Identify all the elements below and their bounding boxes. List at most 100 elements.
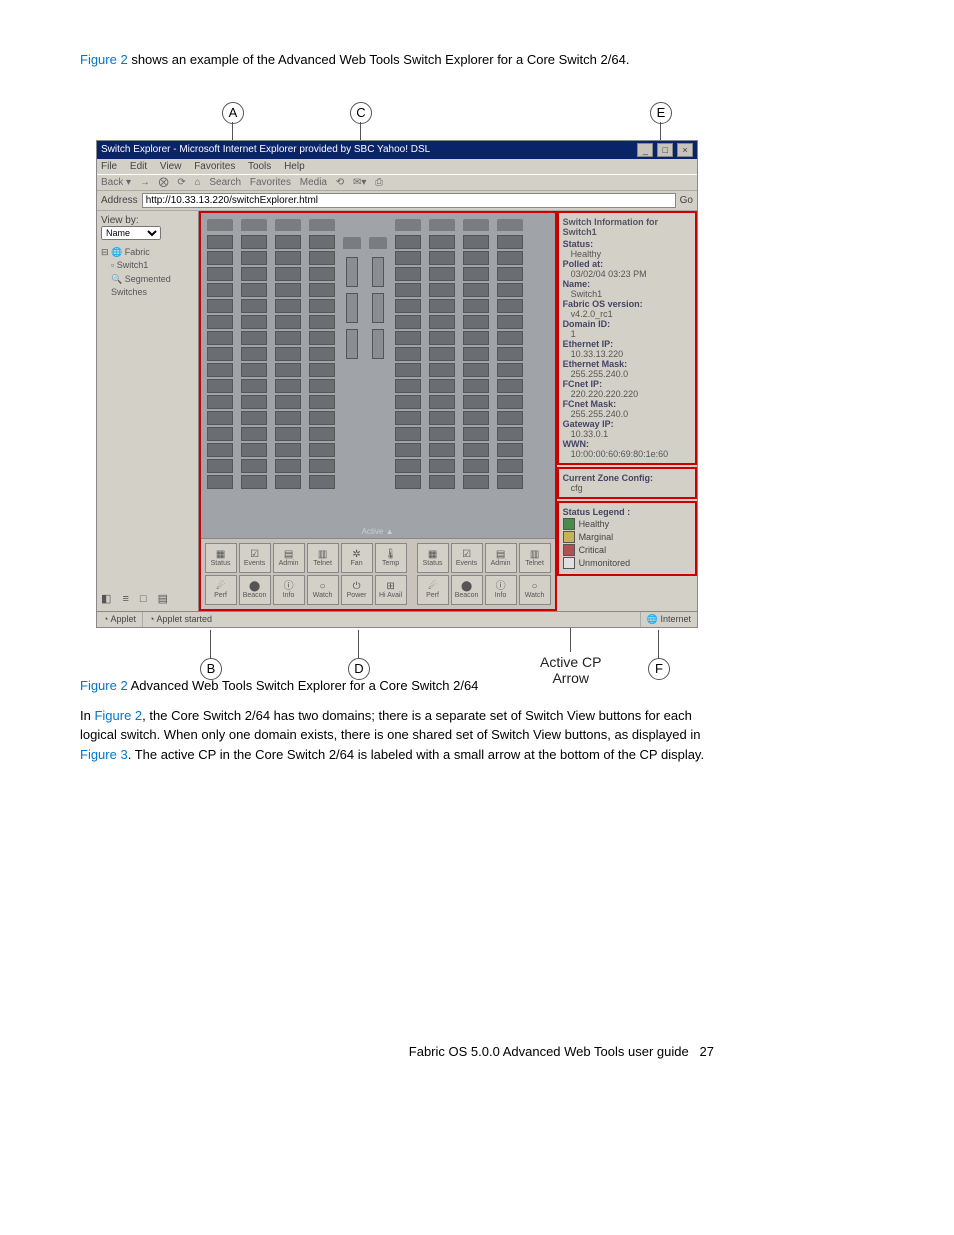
body-paragraph: In Figure 2, the Core Switch 2/64 has tw… [80, 706, 714, 765]
left-pane: View by: Name ⊟ 🌐 Fabric ▫ Switch1 🔍 Seg… [97, 211, 199, 611]
switch-info-panel: Switch Information for Switch1 Status:He… [557, 211, 697, 465]
port[interactable] [207, 235, 233, 249]
page-number: 27 [700, 1044, 714, 1059]
favorites-button[interactable]: Favorites [250, 177, 291, 188]
menu-view[interactable]: View [160, 161, 182, 172]
port-column [207, 219, 233, 521]
legend-critical: Critical [563, 544, 691, 556]
sv-fan-button[interactable]: ✲Fan [341, 543, 373, 573]
caption-text: Advanced Web Tools Switch Explorer for a… [128, 678, 479, 693]
callout-f: F [648, 658, 670, 680]
sv-watch-button[interactable]: ○Watch [307, 575, 339, 605]
cp-column-0 [343, 219, 361, 521]
intro-paragraph: Figure 2 shows an example of the Advance… [80, 50, 714, 70]
sv-events-button[interactable]: ☑Events [239, 543, 271, 573]
info-title: Switch Information for Switch1 [563, 217, 691, 237]
callout-d: D [348, 658, 370, 680]
back-button[interactable]: Back ▾ [101, 177, 131, 188]
tree-switch1[interactable]: ▫ Switch1 [101, 259, 194, 273]
minimize-button[interactable]: _ [637, 143, 653, 157]
print-button[interactable]: ⎙ [375, 177, 383, 188]
viewby-label: View by: [101, 215, 139, 226]
callout-c: C [350, 102, 372, 124]
menu-file[interactable]: File [101, 161, 117, 172]
legend-unmonitored: Unmonitored [563, 557, 691, 569]
sv-power-button[interactable]: ⏻Power [341, 575, 373, 605]
fabric-tree: ⊟ 🌐 Fabric ▫ Switch1 🔍 Segmented Switche… [99, 242, 196, 304]
sv-watch-button[interactable]: ○Watch [519, 575, 551, 605]
address-input[interactable] [142, 193, 676, 208]
page-footer: Fabric OS 5.0.0 Advanced Web Tools user … [80, 1044, 714, 1059]
refresh-button[interactable]: ⟳ [177, 177, 185, 188]
cp-column-1 [369, 219, 387, 521]
sv-perf-button[interactable]: ☄Perf [417, 575, 449, 605]
intro-text: shows an example of the Advanced Web Too… [128, 52, 630, 67]
go-button[interactable]: Go [680, 195, 693, 206]
active-cp-arrow-label: Active CP Arrow [540, 654, 601, 686]
sv-perf-button[interactable]: ☄Perf [205, 575, 237, 605]
stop-button[interactable]: ⨂ [159, 177, 169, 188]
address-bar: Address Go [97, 191, 697, 211]
address-label: Address [101, 195, 138, 206]
switch-view-buttons: ▦Status☑Events▤Admin▥Telnet✲Fan🌡Temp▦Sta… [201, 538, 555, 609]
titlebar: Switch Explorer - Microsoft Internet Exp… [97, 141, 697, 159]
window-title: Switch Explorer - Microsoft Internet Exp… [101, 144, 430, 155]
status-applet-started: ◔ Applet started [143, 612, 641, 627]
menu-favorites[interactable]: Favorites [194, 161, 235, 172]
viewby-row: View by: Name [99, 213, 196, 242]
button-row-1: ▦Status☑Events▤Admin▥Telnet✲Fan🌡Temp▦Sta… [205, 543, 551, 573]
sv-events-button[interactable]: ☑Events [451, 543, 483, 573]
ports-grid [201, 213, 555, 527]
sv-status-button[interactable]: ▦Status [417, 543, 449, 573]
menu-edit[interactable]: Edit [130, 161, 147, 172]
media-button[interactable]: Media [300, 177, 327, 188]
legend-title: Status Legend : [563, 507, 691, 517]
sv-temp-button[interactable]: 🌡Temp [375, 543, 407, 573]
tree-segmented[interactable]: 🔍 Segmented Switches [101, 273, 194, 300]
callout-b: B [200, 658, 222, 680]
figure-3-link[interactable]: Figure 3 [80, 747, 128, 762]
active-cp-indicator: Active ▲ [201, 527, 555, 538]
status-internet: 🌐 Internet [641, 612, 697, 627]
callout-a: A [222, 102, 244, 124]
tree-bottom-icons[interactable]: ◧ ≡ □ ▤ [99, 588, 196, 609]
figure-link-top[interactable]: Figure 2 [80, 52, 128, 67]
search-button[interactable]: Search [209, 177, 241, 188]
callout-e: E [650, 102, 672, 124]
legend-marginal: Marginal [563, 531, 691, 543]
sv-beacon-button[interactable]: ⬤Beacon [451, 575, 483, 605]
figure-caption: Figure 2 Advanced Web Tools Switch Explo… [80, 678, 714, 693]
window-controls: _ □ × [636, 143, 693, 157]
status-legend-panel: Status Legend : HealthyMarginalCriticalU… [557, 501, 697, 576]
status-applet: ◔ Applet [97, 612, 143, 627]
sv-hi-avail-button[interactable]: ⊞Hi Avail [375, 575, 407, 605]
sv-telnet-button[interactable]: ▥Telnet [307, 543, 339, 573]
legend-healthy: Healthy [563, 518, 691, 530]
footer-text: Fabric OS 5.0.0 Advanced Web Tools user … [409, 1044, 689, 1059]
right-pane: Switch Information for Switch1 Status:He… [557, 211, 697, 611]
tree-root[interactable]: ⊟ 🌐 Fabric [101, 246, 194, 260]
cp-card[interactable] [346, 257, 358, 287]
maximize-button[interactable]: □ [657, 143, 673, 157]
sv-info-button[interactable]: ⓘInfo [485, 575, 517, 605]
sv-info-button[interactable]: ⓘInfo [273, 575, 305, 605]
figure-2-link[interactable]: Figure 2 [94, 708, 142, 723]
menu-tools[interactable]: Tools [248, 161, 271, 172]
sv-admin-button[interactable]: ▤Admin [273, 543, 305, 573]
figure-2: A C E B D F Active CP Arrow Switch Explo… [80, 110, 714, 598]
sv-admin-button[interactable]: ▤Admin [485, 543, 517, 573]
close-button[interactable]: × [677, 143, 693, 157]
toolbar: Back ▾ → ⨂ ⟳ ⌂ Search Favorites Media ⟲ … [97, 174, 697, 191]
sv-telnet-button[interactable]: ▥Telnet [519, 543, 551, 573]
viewby-select[interactable]: Name [101, 226, 161, 240]
home-button[interactable]: ⌂ [195, 177, 201, 188]
statusbar: ◔ Applet ◔ Applet started 🌐 Internet [97, 611, 697, 627]
mail-button[interactable]: ✉▾ [353, 177, 366, 188]
ie-window: Switch Explorer - Microsoft Internet Exp… [96, 140, 698, 628]
menu-help[interactable]: Help [284, 161, 305, 172]
sv-beacon-button[interactable]: ⬤Beacon [239, 575, 271, 605]
forward-button[interactable]: → [140, 177, 150, 188]
history-button[interactable]: ⟲ [336, 177, 344, 188]
button-row-2: ☄Perf⬤BeaconⓘInfo○Watch⏻Power⊞Hi Avail☄P… [205, 575, 551, 605]
sv-status-button[interactable]: ▦Status [205, 543, 237, 573]
